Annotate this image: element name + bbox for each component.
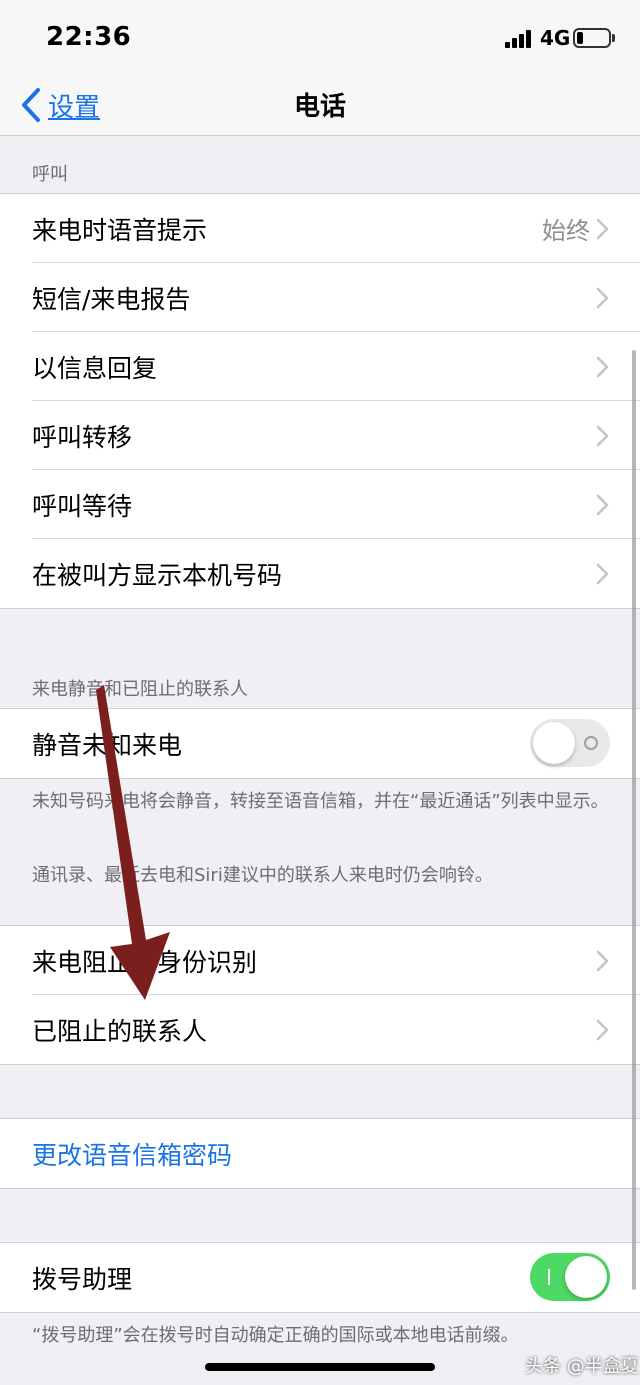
chevron-right-icon — [596, 494, 609, 516]
row-value: 始终 — [542, 217, 590, 245]
row-show-caller-id[interactable]: 在被叫方显示本机号码 — [0, 538, 640, 608]
scrollbar[interactable] — [632, 350, 636, 1290]
change-voicemail-password-link: 更改语音信箱密码 — [32, 1140, 233, 1170]
silence-footer-1: 未知号码来电将会静音，转接至语音信箱，并在“最近通话”列表中显示。 — [32, 791, 609, 812]
row-label: 拨号助理 — [32, 1264, 133, 1294]
row-label: 以信息回复 — [32, 353, 158, 383]
dial-assist-group: 拨号助理 — [0, 1242, 640, 1313]
row-silence-unknown-callers: 静音未知来电 — [0, 709, 640, 778]
navigation-bar: 电话 设置 — [0, 78, 640, 136]
back-button[interactable]: 设置 — [18, 82, 100, 128]
battery-cap — [612, 34, 615, 42]
row-blocked-contacts[interactable]: 已阻止的联系人 — [0, 994, 640, 1064]
silence-group: 静音未知来电 — [0, 708, 640, 779]
chevron-right-icon — [596, 1019, 609, 1041]
blocking-group: 来电阻止与身份识别 已阻止的联系人 — [0, 925, 640, 1065]
dial-assist-toggle[interactable] — [530, 1253, 610, 1301]
row-label: 呼叫转移 — [32, 422, 133, 452]
row-change-voicemail-password[interactable]: 更改语音信箱密码 — [0, 1119, 640, 1188]
toggle-on-mark — [548, 1269, 550, 1285]
toggle-knob — [565, 1256, 607, 1298]
chevron-right-icon — [596, 425, 609, 447]
back-label: 设置 — [48, 92, 101, 123]
row-sms-call-reporting[interactable]: 短信/来电报告 — [0, 262, 640, 332]
row-respond-with-text[interactable]: 以信息回复 — [0, 331, 640, 401]
row-call-blocking-identification[interactable]: 来电阻止与身份识别 — [0, 926, 640, 995]
chevron-right-icon — [596, 218, 609, 240]
battery-icon — [573, 28, 611, 48]
dial-assist-footer: “拨号助理”会在拨号时自动确定正确的国际或本地电话前缀。 — [32, 1325, 519, 1346]
row-label: 短信/来电报告 — [32, 284, 191, 314]
row-label: 在被叫方显示本机号码 — [32, 560, 283, 590]
row-announce-calls[interactable]: 来电时语音提示 始终 — [0, 194, 640, 263]
silence-unknown-toggle[interactable] — [530, 719, 610, 767]
silence-footer-2: 通讯录、最近去电和Siri建议中的联系人来电时仍会响铃。 — [32, 865, 493, 886]
row-call-waiting[interactable]: 呼叫等待 — [0, 469, 640, 539]
calls-group: 来电时语音提示 始终 短信/来电报告 以信息回复 呼叫转移 呼叫等待 在被叫方显… — [0, 193, 640, 609]
row-label: 已阻止的联系人 — [32, 1016, 208, 1046]
chevron-right-icon — [596, 563, 609, 585]
signal-icon — [505, 30, 535, 48]
chevron-right-icon — [596, 287, 609, 309]
row-label: 呼叫等待 — [32, 491, 133, 521]
voicemail-group: 更改语音信箱密码 — [0, 1118, 640, 1189]
section-header-calls: 呼叫 — [32, 164, 68, 185]
chevron-left-icon — [22, 88, 40, 122]
toggle-off-mark — [584, 736, 598, 750]
row-dial-assist: 拨号助理 — [0, 1243, 640, 1312]
home-indicator[interactable] — [205, 1363, 435, 1371]
status-bar: 22:36 4G — [0, 0, 640, 78]
row-label: 来电时语音提示 — [32, 215, 208, 245]
network-type: 4G — [540, 26, 571, 50]
chevron-right-icon — [596, 356, 609, 378]
phone-settings-screen: 22:36 4G 电话 设置 呼叫 来电时语音提示 始终 短信/来电报告 以信息… — [0, 0, 640, 1385]
watermark: 头条 @半盒夏 — [525, 1356, 639, 1377]
toggle-knob — [533, 722, 575, 764]
chevron-right-icon — [596, 950, 609, 972]
row-label: 静音未知来电 — [32, 730, 183, 760]
row-call-forwarding[interactable]: 呼叫转移 — [0, 400, 640, 470]
section-header-silence: 来电静音和已阻止的联系人 — [32, 679, 248, 700]
status-time: 22:36 — [46, 22, 132, 52]
row-label: 来电阻止与身份识别 — [32, 947, 258, 977]
